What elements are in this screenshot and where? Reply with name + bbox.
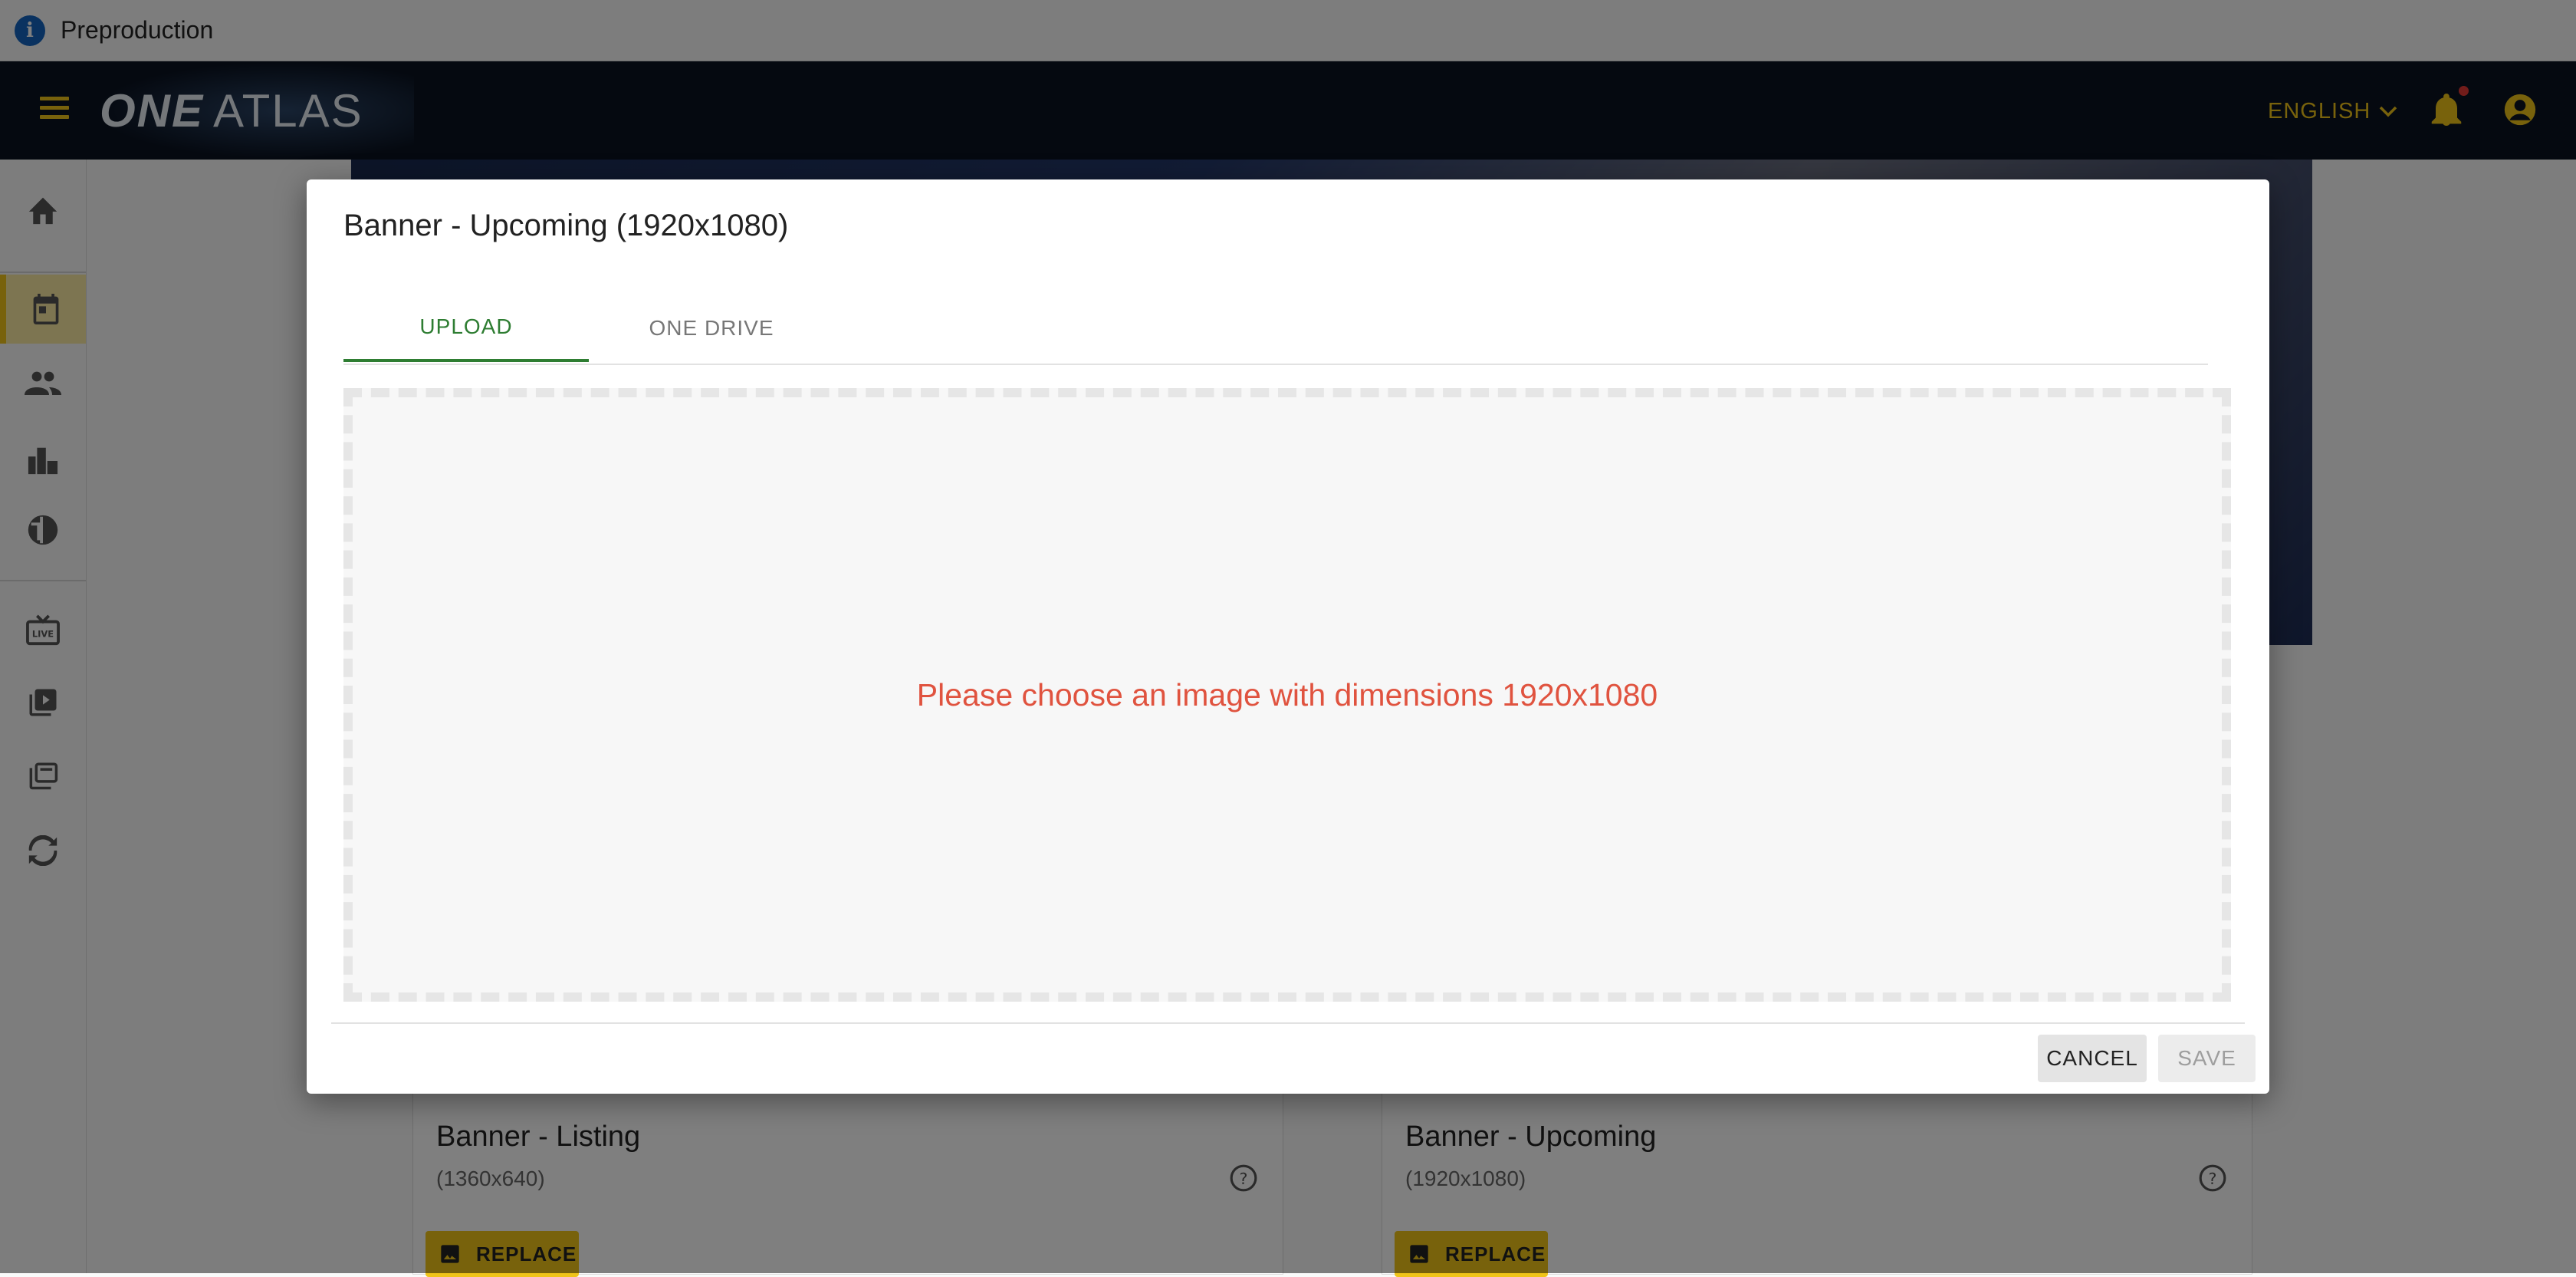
- cancel-button[interactable]: CANCEL: [2038, 1035, 2147, 1082]
- image-drop-zone[interactable]: Please choose an image with dimensions 1…: [343, 388, 2231, 1002]
- drop-zone-message: Please choose an image with dimensions 1…: [916, 676, 1658, 713]
- upload-dialog: Banner - Upcoming (1920x1080) UPLOAD ONE…: [307, 179, 2269, 1094]
- dialog-title: Banner - Upcoming (1920x1080): [343, 209, 789, 242]
- tab-upload[interactable]: UPLOAD: [343, 295, 589, 362]
- save-button[interactable]: SAVE: [2158, 1035, 2256, 1082]
- dialog-divider: [331, 1022, 2245, 1024]
- tab-one-drive[interactable]: ONE DRIVE: [589, 295, 834, 362]
- dialog-tabs: UPLOAD ONE DRIVE: [343, 295, 2208, 365]
